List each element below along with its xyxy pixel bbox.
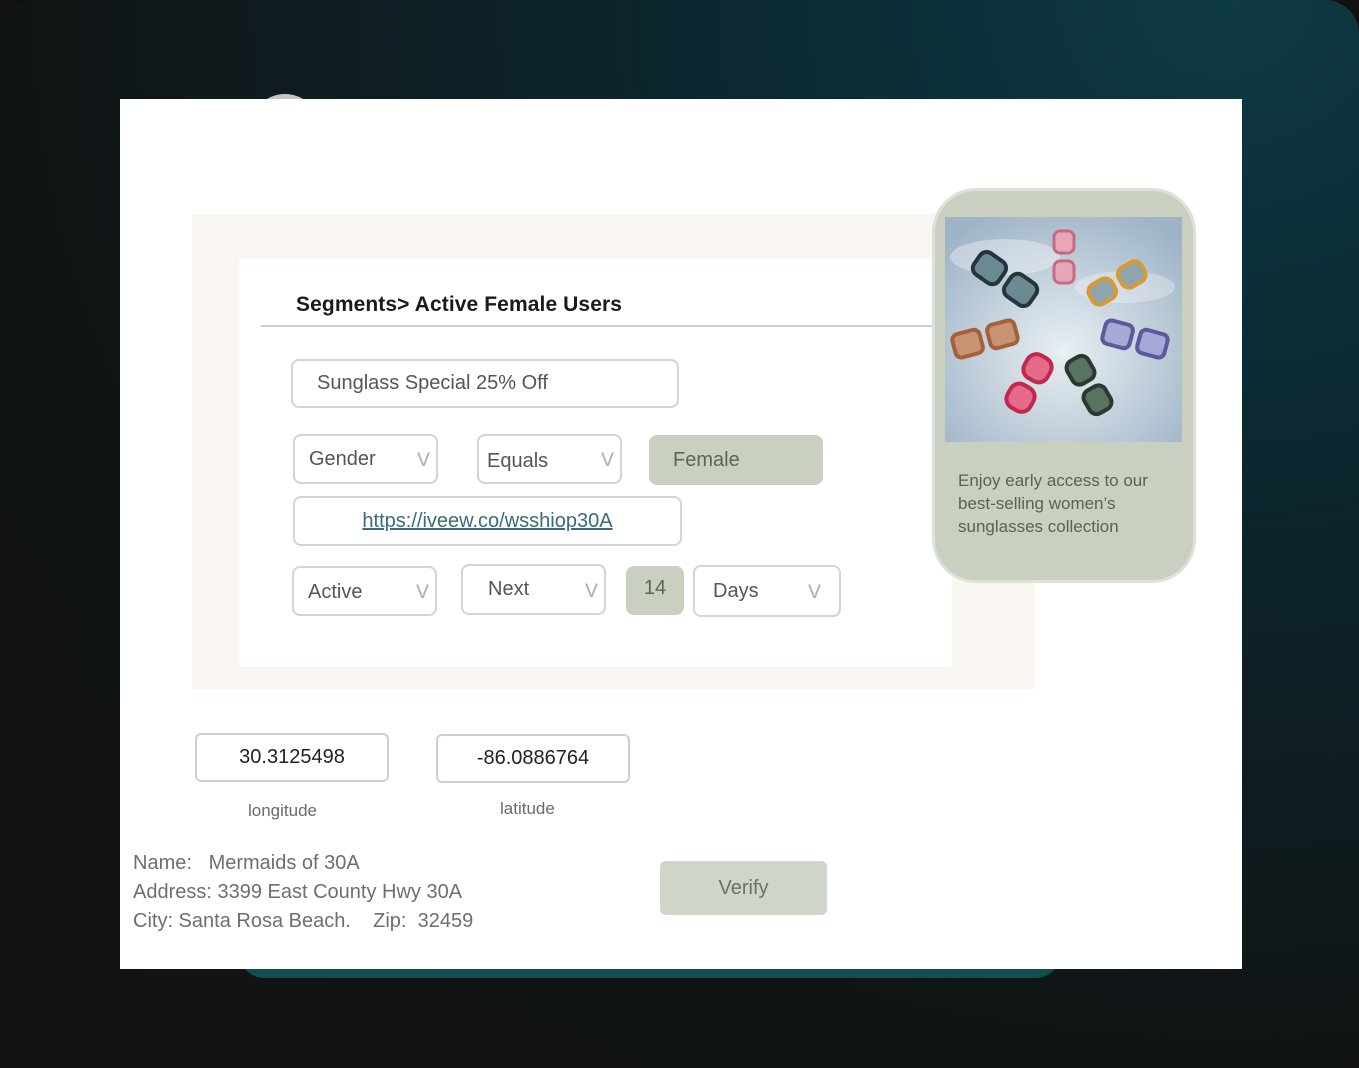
preview-caption: Enjoy early access to our best-selling w… <box>958 471 1148 536</box>
chevron-down-icon: V <box>808 581 821 604</box>
operator-select[interactable]: Equals V <box>477 434 622 484</box>
business-details: Name: Mermaids of 30A Address: 3399 East… <box>133 849 473 936</box>
sunglasses-image <box>945 217 1182 442</box>
tracking-link[interactable]: https://iveew.co/wsshiop30A <box>362 510 612 533</box>
message-preview-card: Enjoy early access to our best-selling w… <box>932 188 1196 583</box>
chevron-down-icon: V <box>601 449 614 472</box>
status-select[interactable]: Active V <box>292 566 437 616</box>
attribute-value: Gender <box>309 447 376 470</box>
campaign-name-field[interactable]: Sunglass Special 25% Off <box>291 359 679 408</box>
campaign-name-value: Sunglass Special 25% Off <box>317 372 548 394</box>
unit-select[interactable]: Days V <box>693 565 841 617</box>
longitude-label: longitude <box>248 801 318 820</box>
verify-button[interactable]: Verify <box>660 861 827 915</box>
latitude-label: latitude <box>500 799 555 818</box>
window-value: Next <box>488 578 530 600</box>
latitude-value: -86.0886764 <box>476 747 590 769</box>
app-frame: Segments> Active Female Users Sunglass S… <box>0 0 1359 1068</box>
content-sheet: Segments> Active Female Users Sunglass S… <box>120 99 1242 969</box>
business-name: Name: Mermaids of 30A <box>133 852 360 874</box>
filter-value: Female <box>673 448 740 471</box>
attribute-select[interactable]: Gender V <box>293 434 438 484</box>
link-field[interactable]: https://iveew.co/wsshiop30A <box>293 496 682 546</box>
breadcrumb[interactable]: Segments> Active Female Users <box>296 293 622 317</box>
day-count-value: 14 <box>643 577 667 599</box>
latitude-field[interactable]: -86.0886764 <box>436 734 630 783</box>
chevron-down-icon: V <box>416 581 429 604</box>
operator-value: Equals <box>487 449 549 472</box>
divider <box>261 325 932 327</box>
chevron-down-icon: V <box>585 579 598 602</box>
sunglasses-illustration <box>945 217 1182 442</box>
filter-value-field[interactable]: Female <box>649 435 823 485</box>
status-value: Active <box>308 581 363 603</box>
longitude-field[interactable]: 30.3125498 <box>195 733 389 782</box>
business-address: Address: 3399 East County Hwy 30A <box>133 881 463 903</box>
longitude-value: 30.3125498 <box>239 746 345 768</box>
day-count-field[interactable]: 14 <box>626 566 684 615</box>
chevron-down-icon: V <box>417 449 430 472</box>
business-city-zip: City: Santa Rosa Beach. Zip: 32459 <box>133 910 474 932</box>
unit-value: Days <box>713 579 759 602</box>
window-select[interactable]: Next V <box>461 564 606 615</box>
